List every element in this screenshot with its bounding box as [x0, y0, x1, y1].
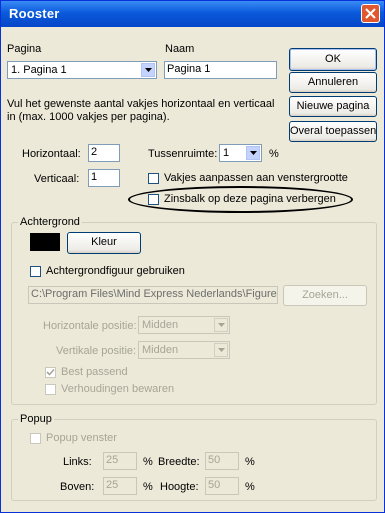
nieuwe-pagina-button[interactable]: Nieuwe pagina	[289, 96, 377, 117]
chevron-down-icon[interactable]	[214, 343, 228, 357]
tussenruimte-percent: %	[269, 148, 279, 160]
hoogte-percent: %	[245, 481, 255, 493]
achtergrond-legend: Achtergrond	[18, 216, 82, 228]
horizontale-positie-label: Horizontale positie:	[43, 320, 137, 332]
breedte-percent: %	[245, 456, 255, 468]
ok-button[interactable]: OK	[289, 48, 377, 71]
naam-label: Naam	[165, 43, 195, 55]
breedte-value: 50	[208, 454, 221, 466]
tussenruimte-value: 1	[223, 147, 230, 159]
hoogte-label: Hoogte:	[160, 481, 199, 493]
boven-input[interactable]: 25	[103, 477, 137, 495]
boven-label: Boven:	[60, 481, 95, 493]
chevron-down-icon[interactable]	[141, 63, 155, 77]
vakjes-aanpassen-label: Vakjes aanpassen aan venstergrootte	[164, 172, 348, 184]
verticaal-value: 1	[91, 171, 98, 183]
close-icon	[365, 8, 376, 19]
horizontaal-value: 2	[91, 146, 98, 158]
zoeken-button[interactable]: Zoeken...	[283, 285, 367, 306]
title-bar[interactable]: Rooster	[1, 1, 384, 27]
boven-value: 25	[106, 479, 119, 491]
verticaal-input[interactable]: 1	[88, 169, 120, 187]
breedte-input[interactable]: 50	[205, 452, 239, 470]
achtergrondfiguur-label: Achtergrondfiguur gebruiken	[46, 265, 185, 277]
instruction-text: Vul het gewenste aantal vakjes horizonta…	[7, 98, 275, 123]
popup-legend: Popup	[18, 413, 54, 425]
kleur-button[interactable]: Kleur	[67, 232, 141, 254]
achtergrondfiguur-checkbox[interactable]	[30, 266, 41, 277]
annuleren-button[interactable]: Annuleren	[289, 72, 377, 93]
checkmark-icon	[46, 368, 55, 376]
rooster-dialog: Rooster Pagina 1. Pagina 1 Naam Pagina 1…	[0, 0, 385, 513]
horizontaal-input[interactable]: 2	[88, 144, 120, 162]
verticaal-label: Verticaal:	[34, 173, 80, 185]
hoogte-input[interactable]: 50	[205, 477, 239, 495]
chevron-down-icon[interactable]	[214, 318, 228, 332]
vertikale-positie-label: Vertikale positie:	[56, 345, 137, 357]
vertikale-positie-dropdown[interactable]: Midden	[138, 341, 230, 359]
horizontaal-label: Horizontaal:	[22, 148, 81, 160]
overal-toepassen-button[interactable]: Overal toepassen	[289, 121, 377, 142]
background-color-swatch	[30, 233, 60, 251]
tussenruimte-label: Tussenruimte:	[148, 148, 218, 160]
vertikale-positie-value: Midden	[142, 344, 179, 356]
best-passend-checkbox[interactable]	[45, 367, 56, 378]
close-button[interactable]	[361, 4, 380, 23]
horizontale-positie-value: Midden	[142, 319, 179, 331]
figure-path-value: C:\Program Files\Mind Express Nederlands…	[31, 288, 278, 300]
tussenruimte-dropdown[interactable]: 1	[219, 144, 262, 162]
breedte-label: Breedte:	[158, 456, 200, 468]
highlight-ellipse	[128, 186, 353, 213]
best-passend-label: Best passend	[61, 366, 128, 378]
naam-input[interactable]: Pagina 1	[164, 61, 277, 79]
links-value: 25	[106, 454, 119, 466]
popup-venster-checkbox[interactable]	[30, 433, 41, 444]
links-input[interactable]: 25	[103, 452, 137, 470]
vakjes-aanpassen-checkbox[interactable]	[148, 173, 159, 184]
naam-value: Pagina 1	[167, 63, 211, 75]
pagina-label: Pagina	[7, 43, 42, 55]
chevron-down-icon[interactable]	[246, 146, 260, 160]
boven-percent: %	[143, 481, 153, 493]
hoogte-value: 50	[208, 479, 221, 491]
verhoudingen-bewaren-checkbox[interactable]	[45, 384, 56, 395]
pagina-dropdown[interactable]: 1. Pagina 1	[7, 61, 157, 79]
links-percent: %	[143, 456, 153, 468]
figure-path-input[interactable]: C:\Program Files\Mind Express Nederlands…	[28, 286, 278, 304]
horizontale-positie-dropdown[interactable]: Midden	[138, 316, 230, 334]
verhoudingen-bewaren-label: Verhoudingen bewaren	[61, 383, 175, 395]
window-title: Rooster	[9, 6, 60, 21]
links-label: Links:	[63, 456, 92, 468]
pagina-value: 1. Pagina 1	[11, 64, 67, 76]
popup-venster-label: Popup venster	[46, 432, 117, 444]
